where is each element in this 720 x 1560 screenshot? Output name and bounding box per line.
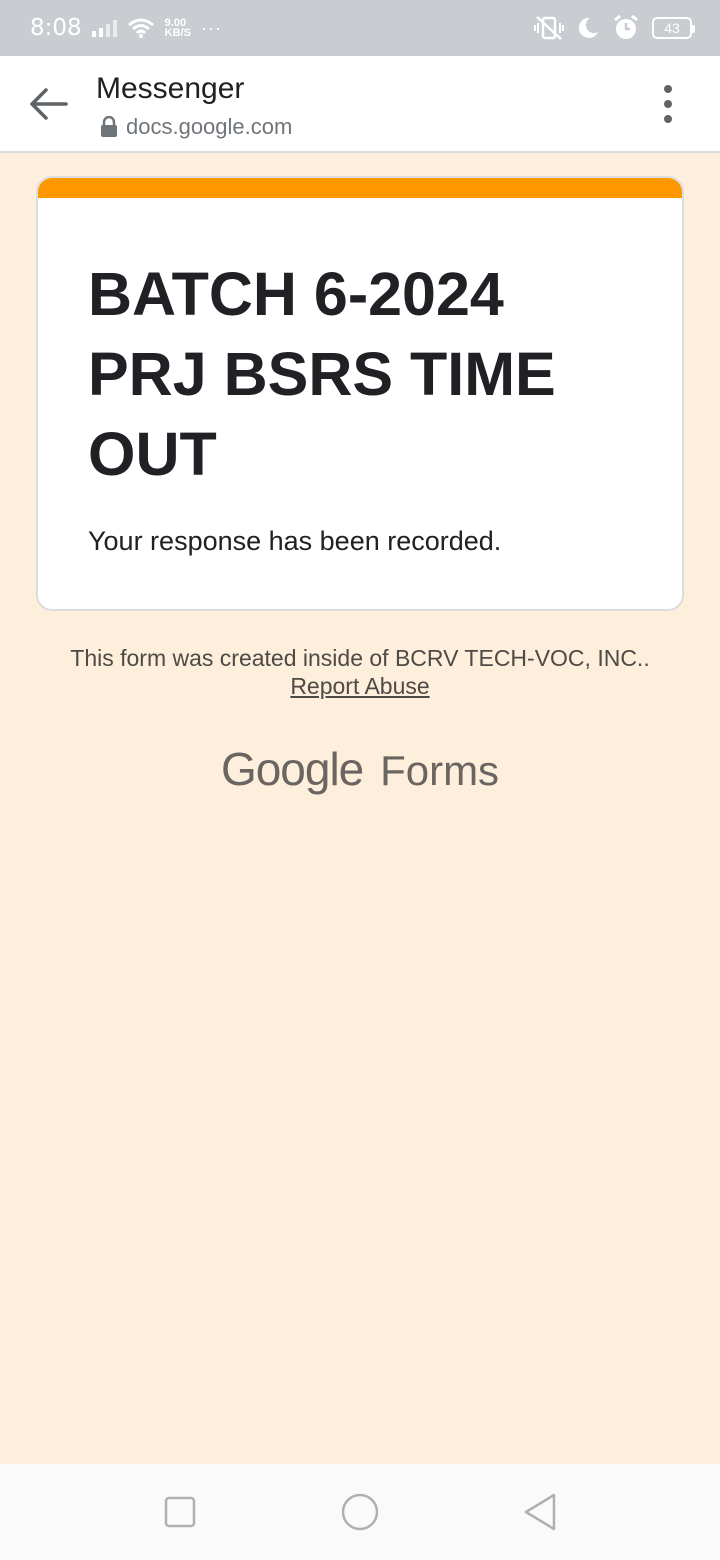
confirmation-message: Your response has been recorded. (88, 526, 502, 556)
url-text: docs.google.com (126, 114, 293, 139)
form-title: BATCH 6-2024 PRJ BSRS TIME OUT (88, 260, 556, 488)
google-forms-logo[interactable]: Google Forms (0, 742, 720, 796)
system-navigation-bar (0, 1464, 720, 1560)
more-notifications-indicator: ··· (200, 17, 222, 38)
lock-icon (101, 116, 117, 137)
app-title: Messenger (96, 72, 245, 105)
speed-unit: KB/S (164, 27, 191, 39)
forms-wordmark: Forms (380, 747, 500, 794)
google-wordmark: Google (220, 743, 364, 795)
more-vertical-icon[interactable] (656, 84, 680, 124)
triangle-back-icon[interactable] (520, 1492, 560, 1532)
network-speed: 9.00 KB/S (164, 18, 191, 39)
circle-icon[interactable] (340, 1492, 380, 1532)
arrow-left-icon[interactable] (26, 86, 70, 122)
alarm-icon (614, 14, 638, 39)
wifi-icon (127, 18, 154, 38)
battery-indicator: 43 (652, 17, 695, 39)
moon-icon (578, 17, 598, 38)
browser-app-bar: Messenger docs.google.com (0, 56, 720, 153)
card-accent-bar (38, 178, 682, 198)
vibrate-off-icon (534, 16, 564, 40)
form-confirmation-card: BATCH 6-2024 PRJ BSRS TIME OUT Your resp… (36, 176, 684, 611)
square-icon[interactable] (160, 1492, 200, 1532)
status-bar: 8:08 9.00 KB/S ··· 43 (0, 0, 720, 56)
status-right: 43 (534, 14, 695, 42)
footer-note-text: This form was created inside of BCRV TEC… (70, 645, 650, 671)
form-footer-note: This form was created inside of BCRV TEC… (60, 644, 660, 700)
signal-icon (91, 19, 117, 37)
status-left: 8:08 9.00 KB/S ··· (30, 15, 222, 41)
status-time: 8:08 (30, 15, 82, 41)
report-abuse-link[interactable]: Report Abuse (290, 673, 429, 699)
page-url: docs.google.com (100, 114, 292, 140)
